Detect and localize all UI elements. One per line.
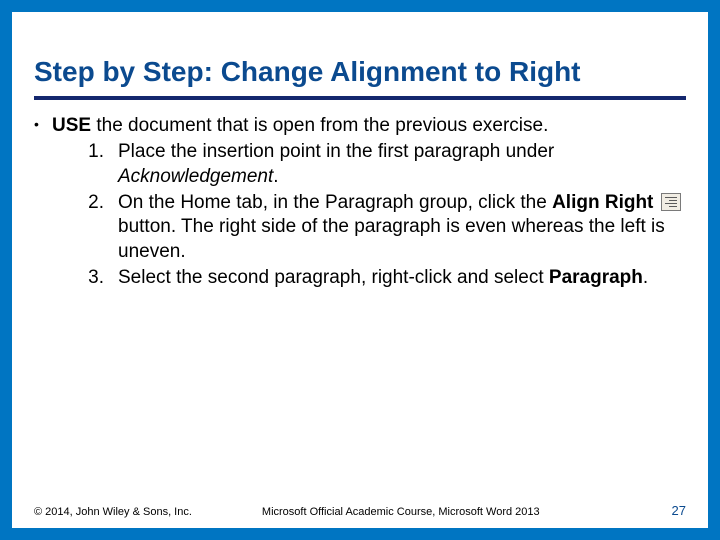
bullet-item: • USE the document that is open from the… (34, 114, 686, 290)
numbered-list: 1. Place the insertion point in the firs… (52, 140, 686, 290)
slide-frame: Step by Step: Change Alignment to Right … (0, 0, 720, 540)
list-item: 2. On the Home tab, in the Paragraph gro… (64, 191, 686, 264)
step-text: Place the insertion point in the first p… (118, 140, 686, 189)
footer-course: Microsoft Official Academic Course, Micr… (192, 506, 672, 518)
step-number: 1. (64, 140, 118, 189)
emphasis-acknowledgement: Acknowledgement (118, 166, 273, 187)
step-number: 2. (64, 191, 118, 264)
bullet-marker: • (34, 114, 52, 290)
step-number: 3. (64, 266, 118, 290)
slide-title: Step by Step: Change Alignment to Right (34, 56, 686, 100)
slide-content: Step by Step: Change Alignment to Right … (34, 56, 686, 290)
list-item: 3. Select the second paragraph, right-cl… (64, 266, 686, 290)
footer-page-number: 27 (672, 503, 686, 518)
align-right-icon (661, 193, 681, 211)
slide-footer: © 2014, John Wiley & Sons, Inc. Microsof… (34, 503, 686, 518)
step-text: Select the second paragraph, right-click… (118, 266, 686, 290)
slide-body: • USE the document that is open from the… (34, 114, 686, 290)
bullet-lead-bold: USE (52, 115, 91, 136)
bold-align-right: Align Right (552, 192, 653, 213)
bullet-lead-rest: the document that is open from the previ… (91, 115, 548, 136)
bold-paragraph: Paragraph (549, 267, 643, 288)
step-text: On the Home tab, in the Paragraph group,… (118, 191, 686, 264)
footer-copyright: © 2014, John Wiley & Sons, Inc. (34, 506, 192, 518)
bullet-text: USE the document that is open from the p… (52, 114, 686, 290)
list-item: 1. Place the insertion point in the firs… (64, 140, 686, 189)
